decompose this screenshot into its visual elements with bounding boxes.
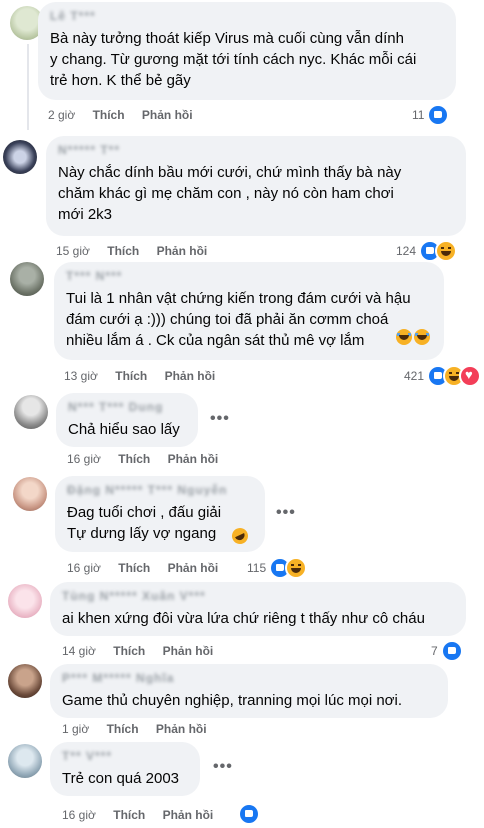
reply-button[interactable]: Phản hồi: [163, 808, 214, 822]
comment-meta: 15 giờ Thích Phản hồi: [56, 244, 221, 258]
comment-bubble: T** V*** Trẻ con quá 2003: [50, 742, 200, 796]
haha-reaction-icon: [435, 240, 458, 262]
like-button[interactable]: Thích: [113, 808, 145, 822]
like-button[interactable]: Thích: [118, 561, 150, 575]
avatar[interactable]: [14, 395, 48, 429]
reaction-count: 11: [412, 108, 425, 122]
reaction-summary[interactable]: [238, 803, 260, 825]
comment-time[interactable]: 16 giờ: [67, 561, 101, 575]
love-reaction-icon: [459, 365, 482, 387]
avatar[interactable]: [8, 584, 42, 618]
commenter-name[interactable]: T*** N***: [66, 270, 432, 282]
comment-time[interactable]: 1 giờ: [62, 722, 89, 736]
reaction-summary[interactable]: 115: [247, 557, 308, 579]
comment-text: Game thủ chuyên nghiệp, tranning mọi lúc…: [62, 692, 403, 709]
like-button[interactable]: Thích: [118, 452, 150, 466]
reaction-count: 115: [247, 561, 267, 575]
tears-of-joy-emoji-icon: [414, 329, 430, 345]
haha-reaction-icon: [285, 557, 308, 579]
reaction-summary[interactable]: 421: [404, 365, 482, 387]
avatar[interactable]: [3, 140, 37, 174]
comment-text: Trẻ con quá 2003: [62, 770, 180, 787]
more-options-button[interactable]: •••: [213, 758, 233, 776]
comment-meta: 16 giờ Thích Phản hồi: [67, 561, 232, 575]
comment-time[interactable]: 15 giờ: [56, 244, 90, 258]
comment-time[interactable]: 13 giờ: [64, 369, 98, 383]
thread-line: [27, 44, 29, 130]
comment-meta: 1 giờ Thích Phản hồi: [62, 722, 221, 736]
reaction-summary[interactable]: 11: [412, 104, 450, 126]
comment-bubble: Lê T*** Bà này tưởng thoát kiếp Virus mà…: [38, 2, 456, 100]
reply-button[interactable]: Phản hồi: [165, 369, 216, 383]
comment-time[interactable]: 14 giờ: [62, 644, 96, 658]
like-button[interactable]: Thích: [115, 369, 147, 383]
comment-text: Chả hiểu sao lấy: [68, 421, 180, 438]
comment-time[interactable]: 16 giờ: [67, 452, 101, 466]
like-reaction-icon: [238, 803, 260, 825]
commenter-name[interactable]: Lê T***: [50, 10, 444, 22]
comment-bubble: Đặng N***** T*** Nguyễn Đag tuổi chơi , …: [55, 476, 265, 552]
comment-meta: 2 giờ Thích Phản hồi: [48, 108, 207, 122]
comment-text: Tui là 1 nhân vật chứng kiến trong đám c…: [66, 290, 411, 349]
more-options-button[interactable]: •••: [276, 504, 296, 522]
reaction-count: 124: [396, 244, 417, 258]
commenter-name[interactable]: P*** M***** Nghĩa: [62, 672, 436, 684]
reaction-count: 7: [431, 644, 438, 658]
comment-meta: 16 giờ Thích Phản hồi: [67, 452, 232, 466]
comment-text: Này chắc dính bầu mới cưới, chứ mình thấ…: [58, 164, 402, 223]
avatar[interactable]: [8, 664, 42, 698]
reply-button[interactable]: Phản hồi: [156, 722, 207, 736]
reply-button[interactable]: Phản hồi: [142, 108, 193, 122]
like-button[interactable]: Thích: [113, 644, 145, 658]
comment-meta: 16 giờ Thích Phản hồi: [62, 808, 227, 822]
avatar[interactable]: [8, 744, 42, 778]
comment-time[interactable]: 16 giờ: [62, 808, 96, 822]
comment-bubble: Tùng N***** Xuân V*** ai khen xứng đôi v…: [50, 582, 466, 636]
comment-bubble: P*** M***** Nghĩa Game thủ chuyên nghiệp…: [50, 664, 448, 718]
like-reaction-icon: [440, 640, 463, 662]
reaction-summary[interactable]: 124: [396, 240, 458, 262]
comment-text: ai khen xứng đôi vừa lứa chứ riêng t thấ…: [62, 610, 425, 627]
reply-button[interactable]: Phản hồi: [157, 244, 208, 258]
commenter-name[interactable]: T** V***: [62, 750, 188, 762]
reaction-summary[interactable]: 7: [431, 640, 463, 662]
comment-meta: 13 giờ Thích Phản hồi: [64, 369, 229, 383]
like-reaction-icon: [427, 104, 450, 126]
avatar[interactable]: [10, 262, 44, 296]
like-button[interactable]: Thích: [93, 108, 125, 122]
reply-button[interactable]: Phản hồi: [168, 561, 219, 575]
commenter-name[interactable]: N*** T*** Dung: [68, 401, 186, 413]
comment-meta: 14 giờ Thích Phản hồi: [62, 644, 227, 658]
comment-text: Đag tuổi chơi , đấu giải Tự dưng lấy vợ …: [67, 504, 222, 542]
comment-bubble: N*** T*** Dung Chả hiểu sao lấy: [56, 393, 198, 447]
avatar[interactable]: [13, 477, 47, 511]
tears-of-joy-emoji-icon: [396, 329, 412, 345]
like-button[interactable]: Thích: [107, 722, 139, 736]
comment-bubble: N***** T** Này chắc dính bầu mới cưới, c…: [46, 136, 466, 236]
more-options-button[interactable]: •••: [210, 410, 230, 428]
reply-button[interactable]: Phản hồi: [168, 452, 219, 466]
reaction-count: 421: [404, 369, 425, 383]
commenter-name[interactable]: Đặng N***** T*** Nguyễn: [67, 484, 253, 496]
comment-time[interactable]: 2 giờ: [48, 108, 75, 122]
commenter-name[interactable]: Tùng N***** Xuân V***: [62, 590, 454, 602]
reply-button[interactable]: Phản hồi: [163, 644, 214, 658]
comment-bubble: T*** N*** Tui là 1 nhân vật chứng kiến t…: [54, 262, 444, 360]
commenter-name[interactable]: N***** T**: [58, 144, 454, 156]
like-button[interactable]: Thích: [107, 244, 139, 258]
comment-text: Bà này tưởng thoát kiếp Virus mà cuối cù…: [50, 30, 417, 89]
